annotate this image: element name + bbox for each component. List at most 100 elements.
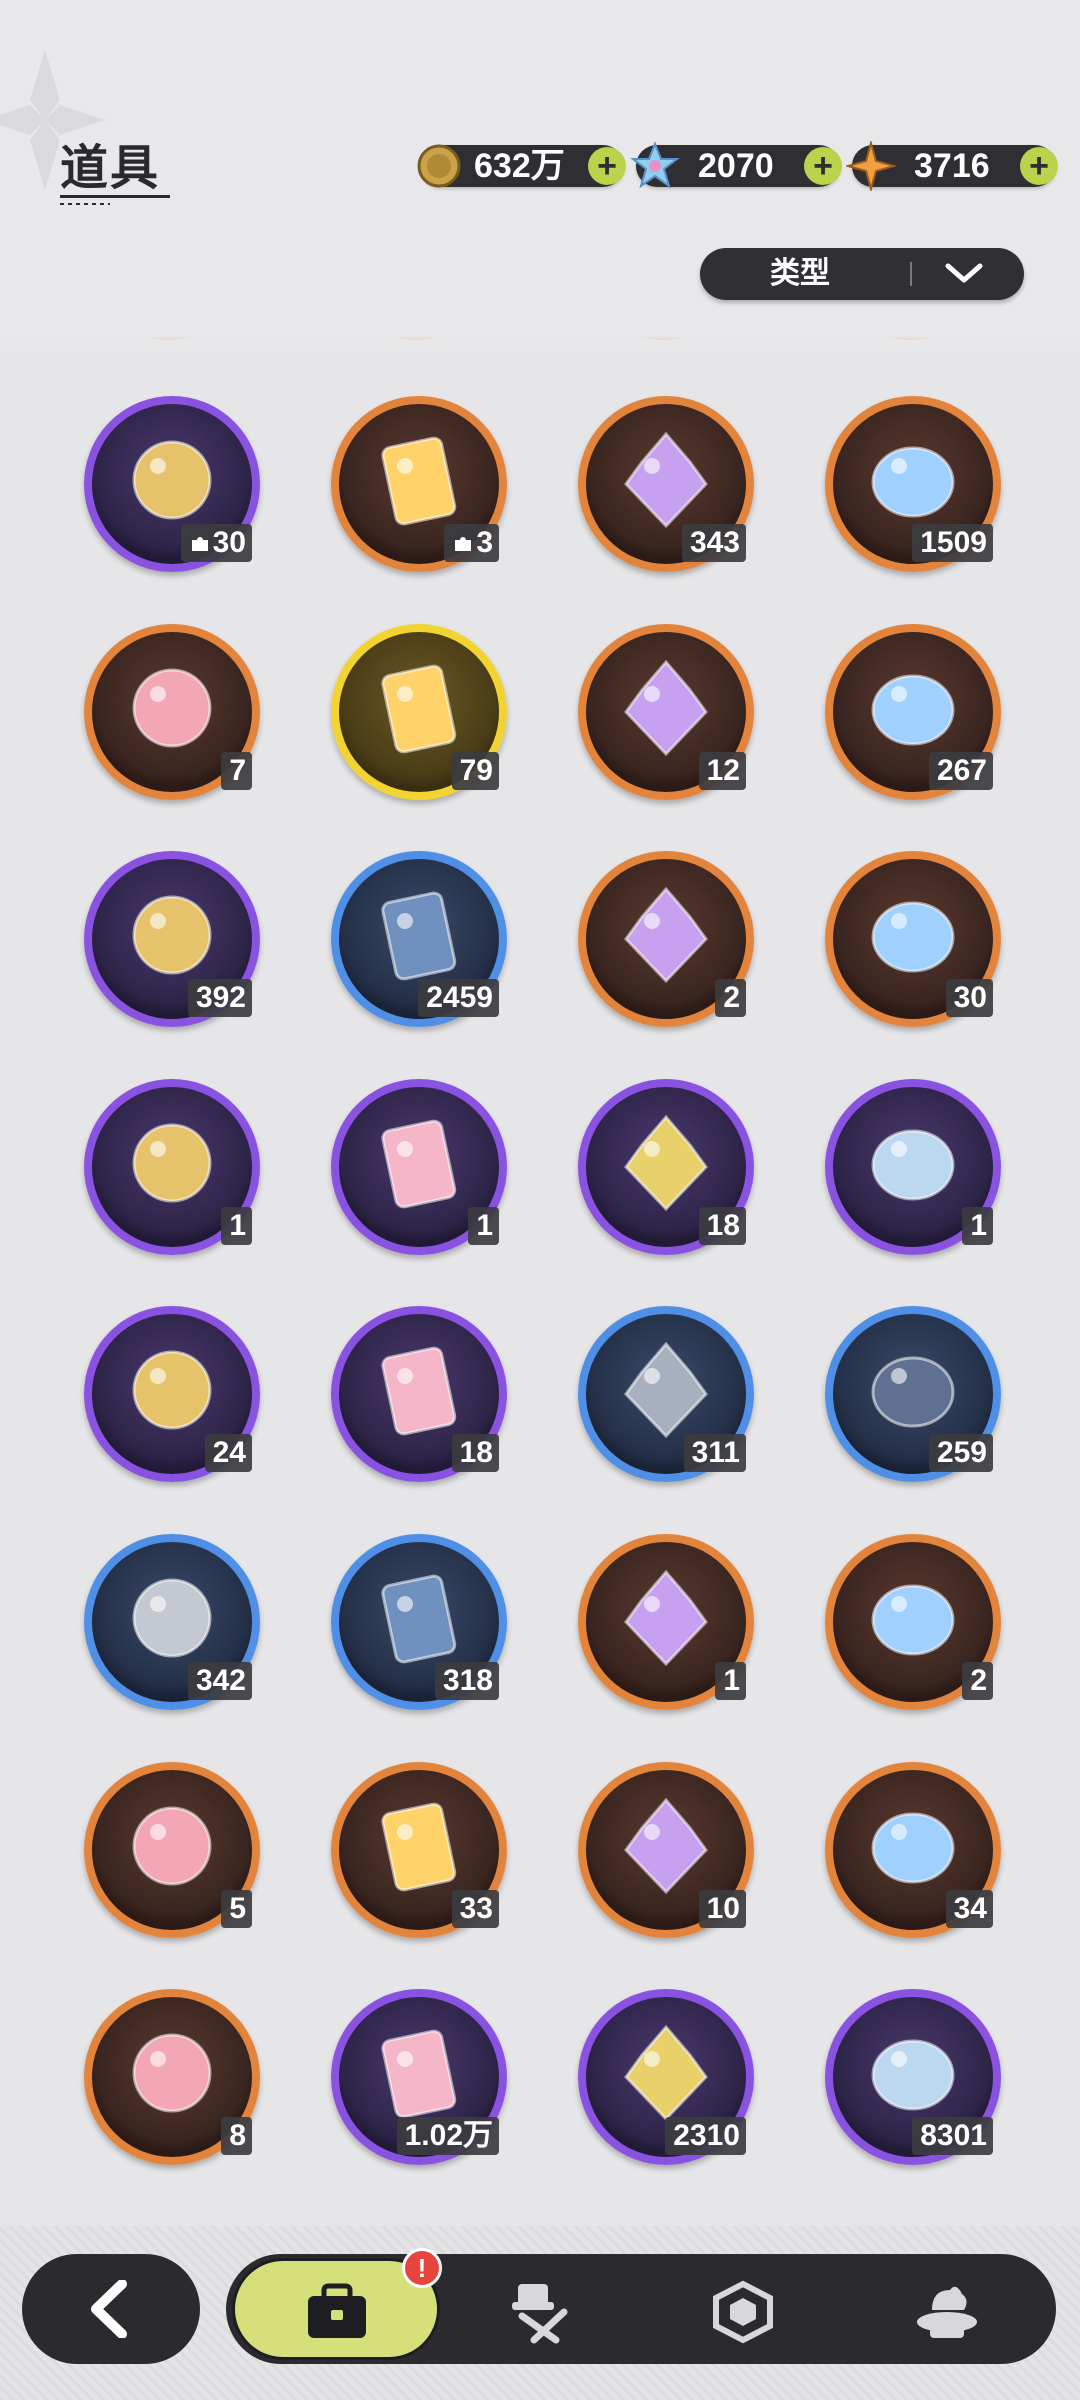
- star-shard-value: 3716: [914, 147, 990, 185]
- item-count-value: 2310: [673, 2119, 740, 2152]
- inventory-item-holo-character-card[interactable]: 12: [578, 624, 754, 800]
- item-count-badge: 1.02万: [396, 2117, 499, 2155]
- inventory-item-outfit-coin[interactable]: 10: [578, 1762, 754, 1938]
- inventory-item-gold-character-card[interactable]: 79: [331, 624, 507, 800]
- inventory-item-boxing-glove[interactable]: 259: [825, 1306, 1001, 1482]
- item-count-badge: 311: [683, 1434, 746, 1472]
- inventory-item-potion[interactable]: 1: [578, 1534, 754, 1710]
- tab-gem[interactable]: [708, 2280, 778, 2344]
- item-count-value: 2: [970, 1664, 987, 1697]
- item-count-value: 24: [212, 1436, 246, 1469]
- item-count-badge: 259: [928, 1434, 993, 1472]
- add-star-shard-button[interactable]: +: [1020, 147, 1058, 185]
- item-count-badge: 30: [180, 524, 252, 562]
- inventory-item-star-orb[interactable]: 1.02万: [331, 1989, 507, 2165]
- item-count-value: 1: [229, 1209, 246, 1242]
- item-count-badge: 1509: [912, 524, 993, 562]
- inventory-item-peach[interactable]: 18: [331, 1306, 507, 1482]
- item-count-badge: 1: [468, 1207, 499, 1245]
- inventory-item-hammers[interactable]: 318: [331, 1534, 507, 1710]
- item-count-value: 1: [970, 1209, 987, 1242]
- item-count-value: 8301: [920, 2119, 987, 2152]
- gold-coin-icon: [417, 144, 461, 188]
- item-count-badge: 1: [962, 1207, 993, 1245]
- inventory-item-golden-key[interactable]: 2: [825, 1534, 1001, 1710]
- golden-key-icon: [871, 1584, 955, 1656]
- gem-emblem-icon: [132, 1806, 212, 1886]
- inventory-item-ruby-fruit[interactable]: 33: [331, 1762, 507, 1938]
- inventory-item-magic-mirror[interactable]: 1: [825, 1079, 1001, 1255]
- item-count-badge: 343: [681, 524, 746, 562]
- bag-alert-badge: !: [402, 2248, 442, 2288]
- inventory-item-pickaxe[interactable]: 342: [84, 1534, 260, 1710]
- item-count-badge: 2310: [665, 2117, 746, 2155]
- item-count-badge: 2: [962, 1662, 993, 1700]
- gift-box-icon: [381, 1119, 457, 1209]
- gold-coin-value: 632万: [474, 147, 565, 185]
- item-count-value: 30: [953, 981, 987, 1014]
- type-filter-dropdown[interactable]: 类型: [700, 248, 1024, 300]
- item-count-badge: 8: [221, 2117, 252, 2155]
- refresh-card-icon: [624, 886, 708, 984]
- item-count-value: 318: [442, 1664, 493, 1697]
- item-count-value: 79: [459, 754, 493, 787]
- item-count-badge: 3: [444, 524, 499, 562]
- item-count-value: 18: [459, 1436, 493, 1469]
- item-count-badge: 342: [187, 1662, 252, 1700]
- inventory-item-gem-emblem[interactable]: 5: [84, 1762, 260, 1938]
- inventory-item-chick-puzzle-fragment[interactable]: 30: [84, 396, 260, 572]
- crystal-counter: 2070 +: [630, 141, 842, 189]
- inventory-item-scroll[interactable]: 24: [84, 1306, 260, 1482]
- star-shard-icon: [846, 141, 896, 191]
- item-count-value: 34: [953, 1892, 987, 1925]
- inventory-item-rainbow-puzzle-ticket[interactable]: 8: [84, 1989, 260, 2165]
- tab-dessert[interactable]: [912, 2280, 982, 2344]
- item-count-value: 8: [229, 2119, 246, 2152]
- inventory-item-wheel-ticket[interactable]: 34: [825, 1762, 1001, 1938]
- back-button[interactable]: [22, 2254, 200, 2364]
- star-shard-counter: 3716 +: [846, 141, 1058, 191]
- inventory-item-rune-coin[interactable]: 8301: [825, 1989, 1001, 2165]
- inventory-item-purple-character-card[interactable]: 392: [84, 851, 260, 1027]
- title-dots: [60, 203, 110, 205]
- crystal-value: 2070: [698, 147, 774, 185]
- horned-crown-icon: [132, 1123, 212, 1203]
- item-count-value: 1509: [920, 526, 987, 559]
- inventory-item-clover-ticket[interactable]: 30: [825, 851, 1001, 1027]
- puzzle-piece-icon: [191, 537, 208, 551]
- item-count-value: 259: [936, 1436, 987, 1469]
- tab-equipment[interactable]: [504, 2280, 574, 2344]
- item-count-value: 3: [476, 526, 493, 559]
- item-count-badge: 2459: [418, 979, 499, 1017]
- item-count-badge: 1: [221, 1207, 252, 1245]
- back-arrow-icon: [91, 2280, 127, 2338]
- add-crystal-button[interactable]: +: [804, 147, 842, 185]
- add-gold-button[interactable]: +: [588, 147, 626, 185]
- inventory-item-shovel[interactable]: 311: [578, 1306, 754, 1482]
- page-title: 道具: [60, 142, 161, 195]
- item-count-badge: 33: [451, 1890, 499, 1928]
- item-count-value: 2459: [426, 981, 493, 1014]
- item-count-badge: 267: [928, 752, 993, 790]
- inventory-item-paw-charm[interactable]: 7: [84, 624, 260, 800]
- item-count-badge: 2: [715, 979, 746, 1017]
- inventory-item-blue-character-card[interactable]: 2459: [331, 851, 507, 1027]
- filter-label: 类型: [770, 257, 830, 290]
- filter-separator: [910, 262, 912, 286]
- inventory-item-tiger-puzzle-fragment[interactable]: 3: [331, 396, 507, 572]
- inventory-item-fist-medal[interactable]: 2310: [578, 1989, 754, 2165]
- inventory-item-gift-box[interactable]: 1: [331, 1079, 507, 1255]
- item-count-badge: 79: [451, 752, 499, 790]
- inventory-item-pink-crystal[interactable]: 343: [578, 396, 754, 572]
- inventory-item-golden-egg[interactable]: 18: [578, 1079, 754, 1255]
- title-underline: [60, 195, 170, 198]
- inventory-item-refresh-card[interactable]: 2: [578, 851, 754, 1027]
- item-count-value: 18: [706, 1209, 740, 1242]
- item-count-value: 2: [723, 981, 740, 1014]
- item-count-value: 30: [212, 526, 246, 559]
- item-count-badge: 18: [698, 1207, 746, 1245]
- inventory-item-blue-crystal[interactable]: 1509: [825, 396, 1001, 572]
- gold-coin-counter: 632万 +: [417, 144, 626, 188]
- inventory-item-orange-character-card[interactable]: 267: [825, 624, 1001, 800]
- inventory-item-horned-crown[interactable]: 1: [84, 1079, 260, 1255]
